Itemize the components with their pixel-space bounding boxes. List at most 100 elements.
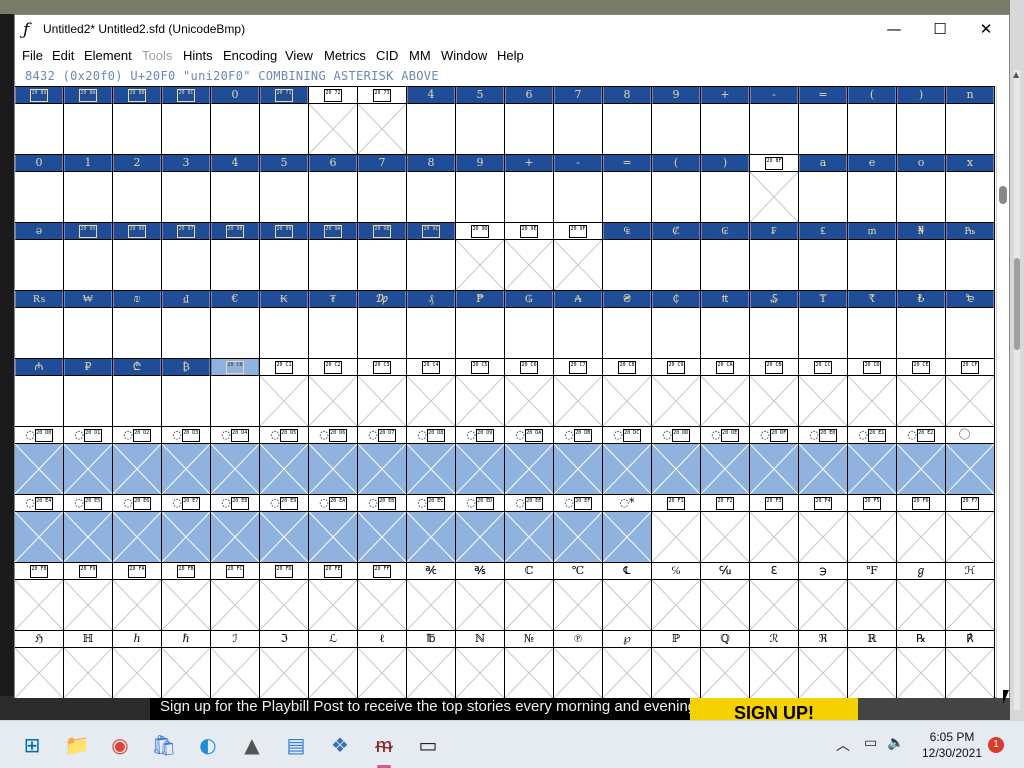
glyph-cell[interactable]: ◌20 E0 [799, 427, 848, 495]
glyph-cell[interactable]: ₰ [407, 291, 456, 359]
glyph-cell[interactable]: n [946, 87, 995, 155]
glyph-cell[interactable]: 5 [260, 155, 309, 223]
glyph-cell[interactable]: ℐ [211, 631, 260, 698]
glyph-cell[interactable]: ◌20 D8 [407, 427, 456, 495]
glyph-cell[interactable]: ◌20 EE [505, 495, 554, 563]
glyph-cell[interactable]: ℈ [799, 563, 848, 631]
glyph-cell[interactable]: 20 9A [309, 223, 358, 291]
glyph-cell[interactable]: 20 C6 [505, 359, 554, 427]
glyph-cell[interactable]: ◌20 D6 [309, 427, 358, 495]
fontforge-taskbar-icon[interactable]: ᵯ [368, 729, 400, 761]
chrome-icon[interactable]: ◉ [104, 729, 136, 761]
glyph-cell[interactable]: ◌20 D1 [64, 427, 113, 495]
glyph-cell[interactable]: ◌20 E9 [260, 495, 309, 563]
glyph-cell[interactable]: ℙ [652, 631, 701, 698]
glyph-cell[interactable]: ℄ [603, 563, 652, 631]
glyph-cell[interactable]: 20 FB [162, 563, 211, 631]
glyph-cell[interactable]: ₼ [15, 359, 64, 427]
glyph-cell[interactable]: ℂ [505, 563, 554, 631]
glyph-cell[interactable]: ₱ [456, 291, 505, 359]
menu-window[interactable]: Window [441, 48, 487, 63]
glyph-cell[interactable]: ℌ [15, 631, 64, 698]
glyph-cell[interactable]: 20 C5 [456, 359, 505, 427]
notification-badge[interactable]: 1 [988, 737, 1004, 753]
glyph-cell[interactable]: ℎ [113, 631, 162, 698]
glyph-cell[interactable]: ℋ [946, 563, 995, 631]
minimize-button[interactable]: — [871, 15, 917, 45]
glyph-cell[interactable]: ( [848, 87, 897, 155]
glyph-cell[interactable]: x [946, 155, 995, 223]
glyph-cell[interactable]: ℍ [64, 631, 113, 698]
glyph-cell[interactable]: ₮ [309, 291, 358, 359]
glyph-cell[interactable]: ◌20 E2 [897, 427, 946, 495]
glyph-cell[interactable]: 20 C9 [652, 359, 701, 427]
glyph-cell[interactable]: ₽ [64, 359, 113, 427]
glyph-cell[interactable]: 20 C4 [407, 359, 456, 427]
glyph-cell[interactable]: ◌20 E4 [15, 495, 64, 563]
glyph-cell[interactable]: 20 C0 [211, 359, 260, 427]
glyph-cell[interactable]: ₤ [799, 223, 848, 291]
glyph-cell[interactable]: 9 [652, 87, 701, 155]
glyph-cell[interactable]: 20 9F [554, 223, 603, 291]
glyph-cell[interactable]: ◌20 E7 [162, 495, 211, 563]
glyph-cell[interactable]: 20 95 [64, 223, 113, 291]
glyph-cell[interactable]: № [505, 631, 554, 698]
glyph-cell[interactable]: ℔ [407, 631, 456, 698]
glyph-cell[interactable]: ₢ [701, 223, 750, 291]
glyph-cell[interactable]: 20 72 [309, 87, 358, 155]
glyph-cell[interactable]: ◌* [603, 495, 652, 563]
glyph-cell[interactable]: 20 F3 [750, 495, 799, 563]
glyph-cell[interactable]: 20 CF [946, 359, 995, 427]
glyph-cell[interactable]: ◌20 D0 [15, 427, 64, 495]
glyph-cell[interactable]: 20 CE [897, 359, 946, 427]
glyph-cell[interactable]: 20 71 [260, 87, 309, 155]
glyph-cell[interactable]: ( [652, 155, 701, 223]
glyph-cell[interactable]: 6 [505, 87, 554, 155]
glyph-cell[interactable]: 9 [456, 155, 505, 223]
glyph-cell[interactable]: 20 9C [407, 223, 456, 291]
glyph-cell[interactable]: ◌20 E6 [113, 495, 162, 563]
glyph-cell[interactable]: ◌20 EB [358, 495, 407, 563]
glyph-cell[interactable]: 6 [309, 155, 358, 223]
glyph-cell[interactable]: ₳ [554, 291, 603, 359]
glyph-cell[interactable]: ℆ [701, 563, 750, 631]
glyph-cell[interactable]: ₲ [505, 291, 554, 359]
glyph-cell[interactable]: 20 8B [113, 87, 162, 155]
glyph-cell[interactable]: 20 F9 [64, 563, 113, 631]
glyph-cell[interactable]: 0 [15, 155, 64, 223]
menu-element[interactable]: Element [84, 48, 132, 63]
glyph-cell[interactable]: ℏ [162, 631, 211, 698]
glyph-cell[interactable]: ) [701, 155, 750, 223]
glyph-cell[interactable]: ℇ [750, 563, 799, 631]
glyph-cell[interactable]: 20 FE [309, 563, 358, 631]
glyph-cell[interactable]: ℜ [799, 631, 848, 698]
glyph-cell[interactable]: 20 F6 [897, 495, 946, 563]
glyph-cell[interactable]: ◌20 D3 [162, 427, 211, 495]
glyph-cell[interactable]: ◌20 E8 [211, 495, 260, 563]
glyph-cell[interactable]: ◌20 DA [505, 427, 554, 495]
glyph-cell[interactable]: 3 [162, 155, 211, 223]
glyph-cell[interactable]: ◌20 DD [652, 427, 701, 495]
glyph-cell[interactable]: 20 FD [260, 563, 309, 631]
background-scrollbar[interactable]: ▲ [1010, 0, 1024, 720]
glyph-cell[interactable]: a [799, 155, 848, 223]
menu-metrics[interactable]: Metrics [324, 48, 366, 63]
glyph-grid[interactable]: 20 89 20 8A 20 8B 20 8C 0 20 71 20 72 20 73 4 5 6 7… [15, 86, 995, 698]
background-scroll-track[interactable] [1014, 70, 1020, 710]
glyph-cell[interactable]: 7 [554, 87, 603, 155]
glyph-cell[interactable]: 20 98 [211, 223, 260, 291]
glyph-cell[interactable]: 20 8A [64, 87, 113, 155]
glyph-cell[interactable]: 20 F1 [652, 495, 701, 563]
glyph-cell[interactable]: ₾ [113, 359, 162, 427]
glyph-cell[interactable]: ◌20 DE [701, 427, 750, 495]
glyph-cell[interactable]: ⃝ [946, 427, 995, 495]
glyph-cell[interactable]: ₷ [750, 291, 799, 359]
glyph-cell[interactable]: 20 F2 [701, 495, 750, 563]
notepad-icon[interactable]: ▤ [280, 729, 312, 761]
glyph-cell[interactable]: ℕ [456, 631, 505, 698]
glyph-cell[interactable]: ℝ [848, 631, 897, 698]
glyph-cell[interactable]: ₻ [946, 291, 995, 359]
glyph-cell[interactable]: + [505, 155, 554, 223]
glyph-cell[interactable]: ₨ [15, 291, 64, 359]
glyph-cell[interactable]: ₭ [260, 291, 309, 359]
